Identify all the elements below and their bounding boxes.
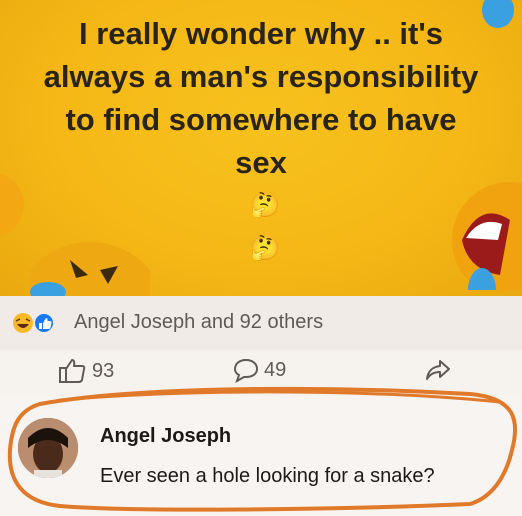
reaction-summary[interactable]: Angel Joseph and 92 others [74,311,323,334]
profile-photo [18,418,78,478]
avatar[interactable] [18,418,78,478]
share-arrow-icon [426,360,450,380]
comment-button[interactable]: 49 [232,357,286,383]
comment-author[interactable]: Angel Joseph [100,425,231,448]
thumbs-up-icon [59,359,86,383]
comment-bubble-icon [233,358,259,383]
post-caption: I really wonder why .. it's always a man… [0,12,522,270]
thinking-face-icon: 🤔 [250,235,280,262]
caption-line: sex [235,145,287,180]
comment-count: 49 [264,358,287,381]
thinking-face-icon: 🤔 [250,192,280,219]
like-button[interactable]: 93 [58,357,114,385]
reaction-icons[interactable] [12,312,76,334]
caption-line-last: sex 🤔 🤔 [0,141,522,270]
post-image[interactable]: I really wonder why .. it's always a man… [0,0,522,296]
comment-section [0,396,522,516]
like-count: 93 [92,359,115,382]
share-button[interactable] [424,357,456,383]
haha-icon [13,313,33,333]
comment-text: Ever seen a hole looking for a snake? [100,465,435,487]
caption-line: I really wonder why .. it's [79,16,443,51]
like-icon [33,312,55,334]
caption-line: always a man's responsibility [43,59,479,94]
caption-line: to find somewhere to have [65,102,457,137]
